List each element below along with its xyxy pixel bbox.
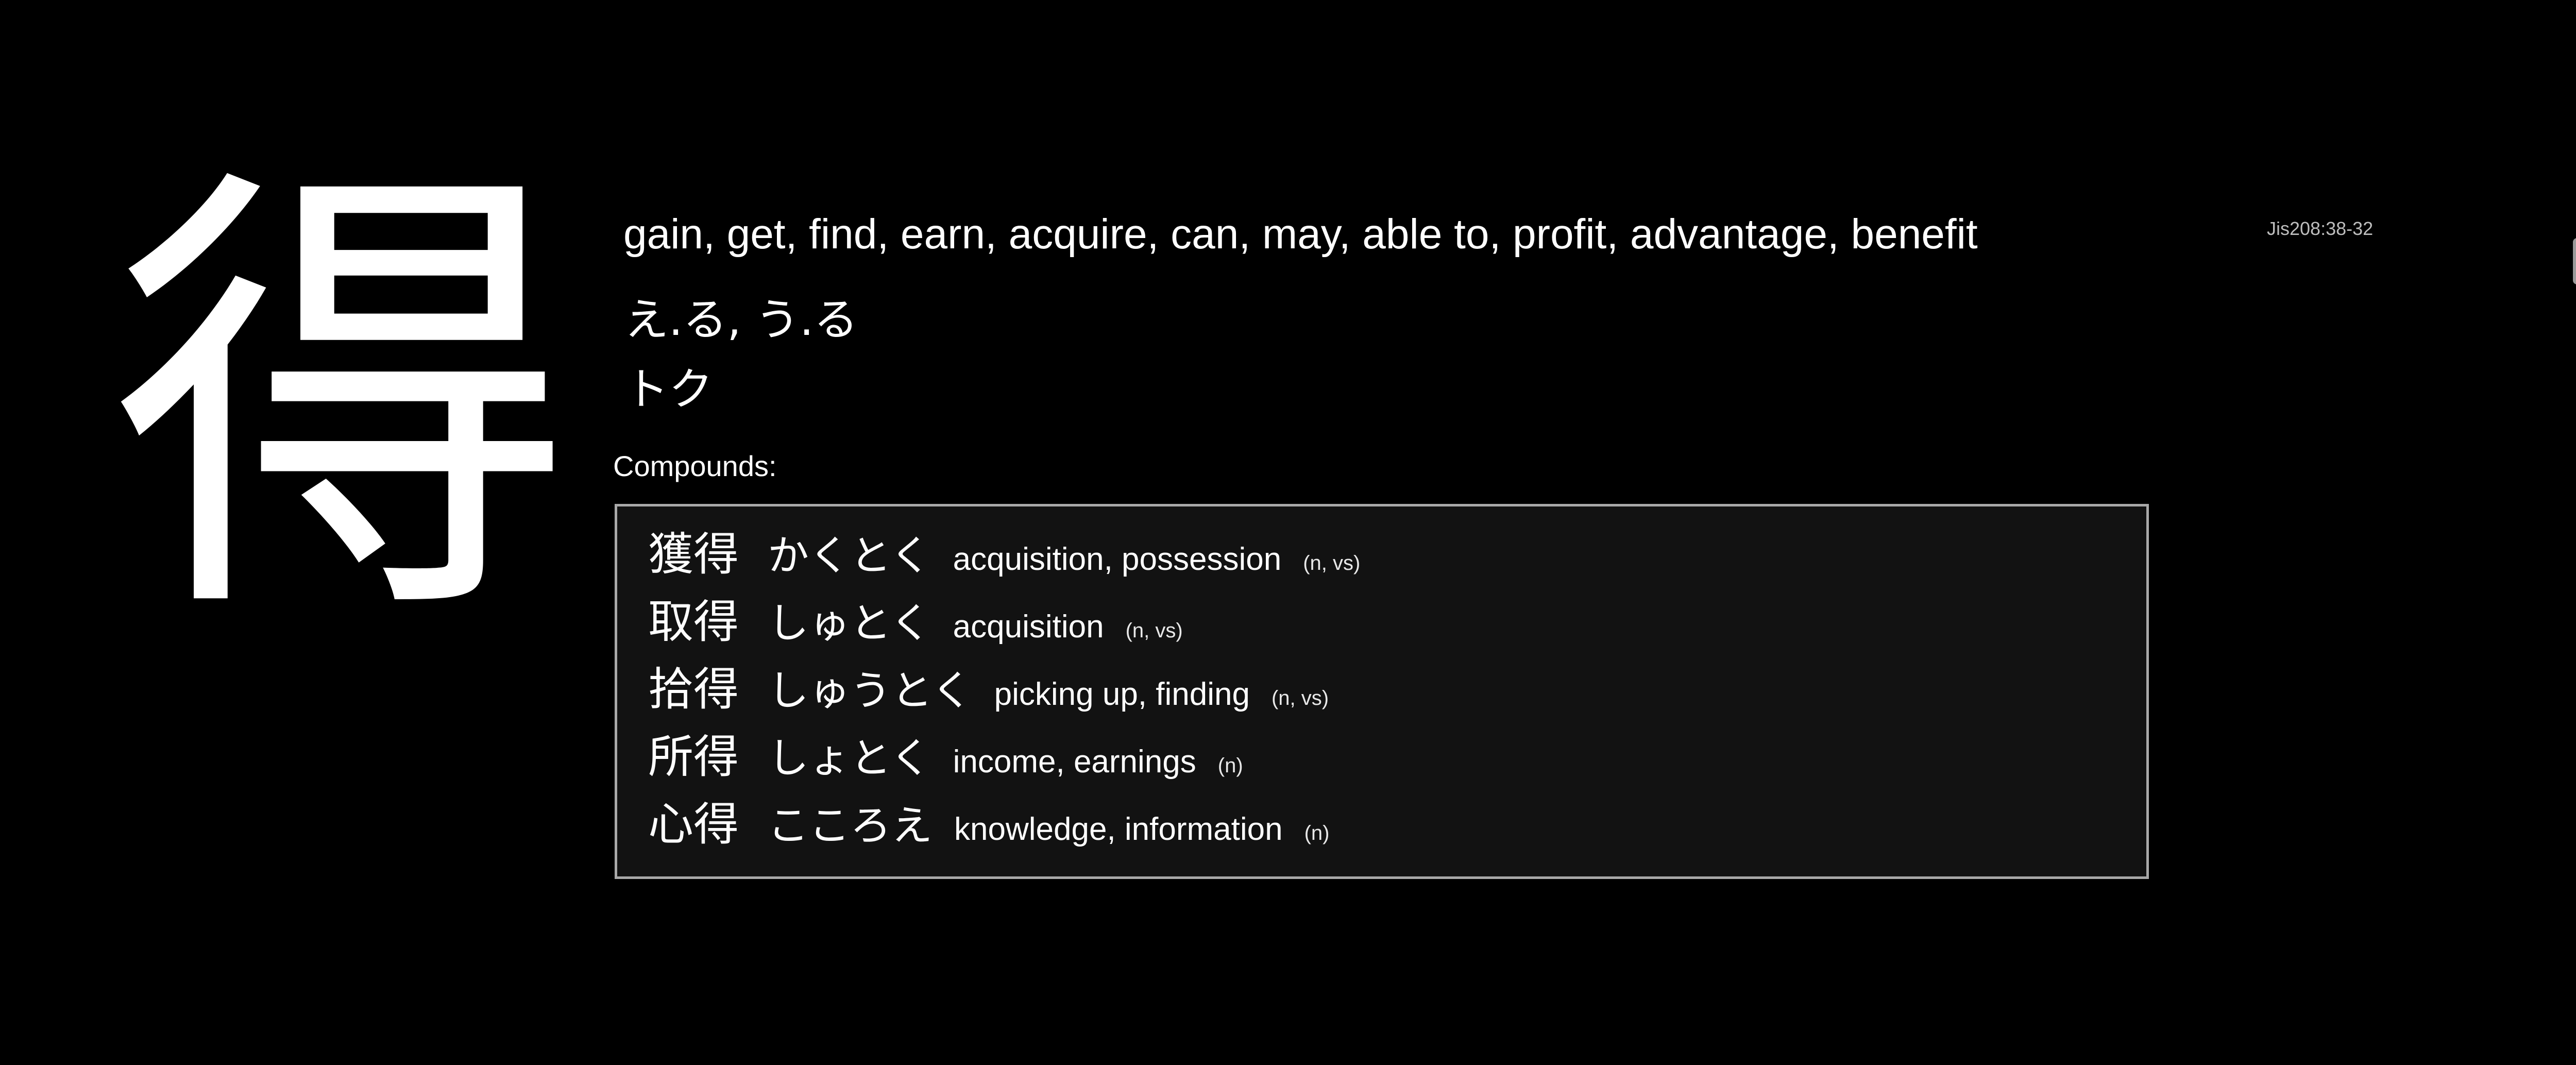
compound-reading: しょとく (768, 734, 931, 782)
main-kanji: 得 (111, 132, 574, 671)
compound-reading: しゅとく (768, 599, 931, 647)
compound-kanji: 獲得 (648, 528, 739, 581)
compound-reading: しゅうとく (768, 667, 973, 715)
compound-meaning: acquisition, possession (953, 542, 1282, 577)
compound-row: 取得 しゅとく acquisition (n, vs) (648, 585, 2146, 653)
compound-kanji: 所得 (648, 730, 739, 783)
jis-code: Jis208:38-32 (2267, 218, 2374, 239)
compound-part-of-speech: (n, vs) (1125, 619, 1183, 642)
compound-row: 拾得 しゅうとく picking up, finding (n, vs) (648, 653, 2146, 720)
scrollbar-handle[interactable] (2573, 238, 2576, 284)
compound-kanji: 取得 (648, 595, 739, 648)
compound-part-of-speech: (n) (1217, 754, 1243, 777)
compound-row: 所得 しょとく income, earnings (n) (648, 720, 2146, 788)
on-reading: トク (624, 364, 713, 415)
compound-row: 獲得 かくとく acquisition, possession (n, vs) (648, 518, 2146, 585)
compound-meaning: income, earnings (953, 744, 1196, 780)
compounds-label: Compounds: (613, 450, 777, 482)
compound-meaning: picking up, finding (994, 677, 1250, 712)
compound-part-of-speech: (n, vs) (1271, 687, 1329, 709)
compound-part-of-speech: (n) (1304, 822, 1330, 844)
kun-reading: え.る, う.る (624, 294, 858, 346)
compound-meaning: acquisition (953, 609, 1104, 645)
compound-reading: かくとく (768, 532, 931, 580)
kanji-meanings: gain, get, find, earn, acquire, can, may… (623, 211, 1978, 258)
compound-kanji: 心得 (648, 798, 739, 851)
compound-part-of-speech: (n, vs) (1303, 552, 1361, 574)
compound-meaning: knowledge, information (954, 812, 1283, 847)
compound-kanji: 拾得 (648, 663, 739, 716)
compound-row: 心得 こころえ knowledge, information (n) (648, 788, 2146, 855)
compound-reading: こころえ (768, 802, 933, 850)
compounds-list: 獲得 かくとく acquisition, possession (n, vs) … (615, 504, 2149, 879)
